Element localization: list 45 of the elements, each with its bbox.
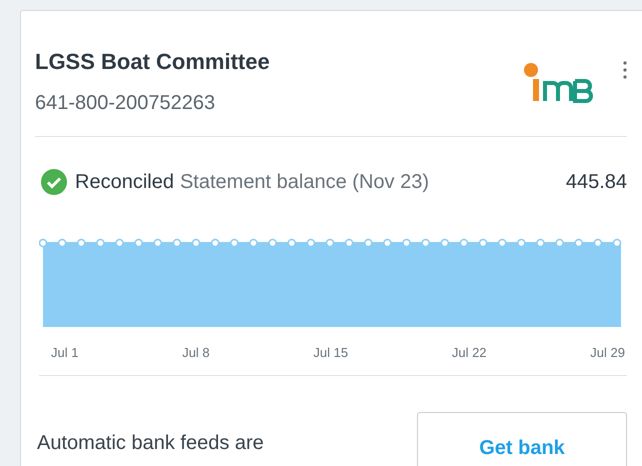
axis-label: Jul 22 <box>452 344 487 362</box>
bank-logo-icon <box>523 61 593 105</box>
data-point <box>230 238 239 248</box>
data-point <box>287 238 296 248</box>
more-options-icon[interactable] <box>623 61 627 79</box>
data-point <box>306 238 316 248</box>
data-point <box>440 238 450 248</box>
bank-feeds-message: Automatic bank feeds are <box>37 430 264 456</box>
data-point <box>249 238 258 248</box>
data-point <box>594 238 602 248</box>
data-point <box>498 238 506 248</box>
data-point <box>192 238 200 248</box>
status-label: Reconciled <box>75 170 174 195</box>
data-point <box>536 238 545 248</box>
data-point <box>344 238 354 248</box>
data-point <box>612 238 622 248</box>
data-point <box>154 238 162 248</box>
data-point <box>172 238 182 248</box>
data-point <box>478 238 488 248</box>
axis-label: Jul 1 <box>51 344 78 362</box>
data-point <box>421 238 430 248</box>
data-point <box>268 238 277 248</box>
axis-label: Jul 29 <box>590 344 625 362</box>
axis-label: Jul 8 <box>182 344 210 362</box>
axis-label: Jul 15 <box>313 344 348 362</box>
statement-balance: 445.84 <box>566 170 627 195</box>
statement-description: Statement balance (Nov 23) <box>180 170 429 195</box>
data-point <box>326 238 334 248</box>
get-bank-feeds-button[interactable]: Get bank <box>417 412 627 466</box>
data-point <box>134 238 143 248</box>
account-name: LGSS Boat Committee <box>35 48 270 76</box>
data-point <box>517 238 526 248</box>
data-point <box>555 238 564 248</box>
data-point <box>77 238 86 248</box>
data-point <box>460 238 468 248</box>
data-point <box>58 238 66 248</box>
data-point <box>364 238 373 248</box>
data-point <box>402 238 411 248</box>
data-point <box>210 238 220 248</box>
data-point <box>383 238 392 248</box>
data-point <box>96 238 105 248</box>
data-point <box>39 238 48 248</box>
account-number: 641-800-200752263 <box>35 91 216 116</box>
data-point <box>574 238 583 248</box>
data-point <box>115 238 124 248</box>
